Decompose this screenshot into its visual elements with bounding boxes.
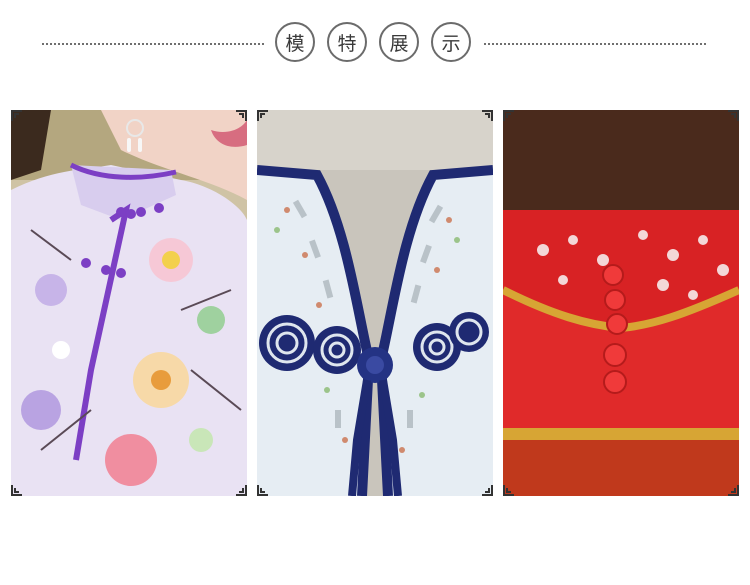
navy-trim-beaded-collar-photo [257,110,493,496]
corner-ornament-icon [503,484,515,496]
corner-ornament-icon [481,484,493,496]
corner-ornament-icon [11,110,23,122]
right-dotted-divider [484,43,706,45]
corner-ornament-icon [727,484,739,496]
red-gold-embroidered-clutch-photo [503,110,739,496]
photo-icon [11,110,247,496]
photo-icon [503,110,739,496]
corner-ornament-icon [257,484,269,496]
photo-icon [257,110,493,496]
corner-ornament-icon [257,110,269,122]
title-char-4: 示 [431,22,471,62]
corner-ornament-icon [11,484,23,496]
corner-ornament-icon [503,110,515,122]
title-char-3: 展 [379,22,419,62]
corner-ornament-icon [727,110,739,122]
left-dotted-divider [42,43,264,45]
title-char-2: 特 [327,22,367,62]
corner-ornament-icon [481,110,493,122]
corner-ornament-icon [235,110,247,122]
corner-ornament-icon [235,484,247,496]
section-header: 模 特 展 示 [0,0,750,90]
lavender-floral-qipao-photo [11,110,247,496]
title-char-1: 模 [275,22,315,62]
